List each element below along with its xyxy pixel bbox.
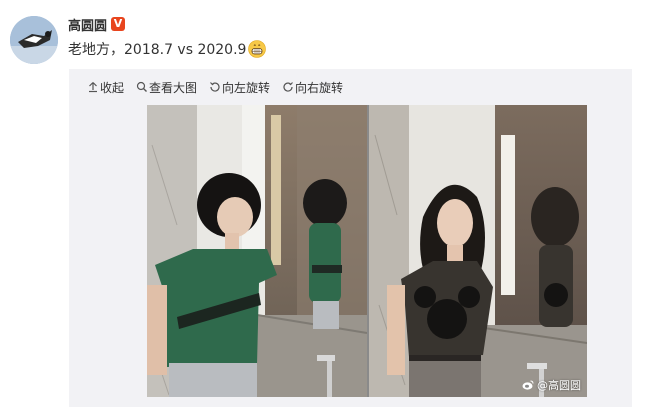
rotate-left-button[interactable]: 向左旋转 (209, 79, 270, 96)
watermark: @高圆圆 (522, 377, 581, 393)
view-large-button[interactable]: 查看大图 (136, 79, 197, 96)
view-large-label: 查看大图 (149, 80, 198, 95)
author-name[interactable]: 高圆圆 (68, 15, 107, 34)
collapse-button[interactable]: 收起 (87, 79, 124, 96)
post-photo[interactable]: @高圆圆 (147, 105, 587, 397)
post-text-row: 老地方，2018.7 vs 2020.9 (68, 39, 267, 59)
avatar[interactable] (10, 16, 58, 64)
watermark-text: @高圆圆 (537, 379, 581, 392)
image-toolbar: 收起 查看大图 向左旋转 向右旋转 (87, 79, 343, 95)
collapse-label: 收起 (100, 80, 125, 95)
weibo-logo-icon (522, 380, 534, 390)
rotate-left-icon (210, 82, 220, 92)
rotate-right-icon (283, 82, 293, 92)
post-text: 老地方，2018.7 vs 2020.9 (68, 42, 247, 58)
verified-badge-icon: V (111, 17, 126, 31)
avatar-image (10, 16, 58, 64)
rotate-left-label: 向左旋转 (222, 80, 271, 95)
media-container: 收起 查看大图 向左旋转 向右旋转 @高圆圆 (69, 69, 632, 407)
collapse-arrow-icon (89, 82, 97, 93)
author-row: 高圆圆 V (68, 15, 126, 34)
grinning-face-icon (248, 40, 267, 58)
photo-illustration (147, 105, 587, 397)
magnifier-icon (136, 81, 148, 92)
rotate-right-button[interactable]: 向右旋转 (282, 79, 343, 96)
rotate-right-label: 向右旋转 (295, 80, 344, 95)
